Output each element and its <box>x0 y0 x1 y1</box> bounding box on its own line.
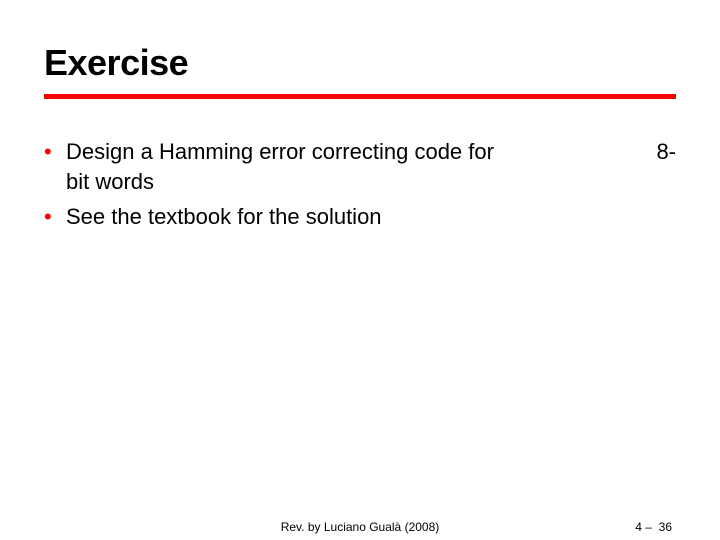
slide: Exercise • 8- Design a Hamming error cor… <box>0 0 720 540</box>
bullet-item: • See the textbook for the solution <box>44 202 676 232</box>
bullet-line-1: Design a Hamming error correcting code f… <box>66 139 494 164</box>
footer-page-number: 4 – 36 <box>635 520 672 534</box>
bullet-marker-icon: • <box>44 202 66 232</box>
bullet-line-2: bit words <box>66 169 154 194</box>
slide-content: • 8- Design a Hamming error correcting c… <box>44 137 676 232</box>
slide-title: Exercise <box>44 42 676 84</box>
bullet-line-1: See the textbook for the solution <box>66 204 382 229</box>
bullet-item: • 8- Design a Hamming error correcting c… <box>44 137 676 196</box>
bullet-hanging-text: 8- <box>656 137 676 167</box>
bullet-text: See the textbook for the solution <box>66 202 676 232</box>
footer-center-text: Rev. by Luciano Gualà (2008) <box>0 520 720 534</box>
title-underline <box>44 94 676 99</box>
bullet-text: 8- Design a Hamming error correcting cod… <box>66 137 676 196</box>
bullet-marker-icon: • <box>44 137 66 167</box>
